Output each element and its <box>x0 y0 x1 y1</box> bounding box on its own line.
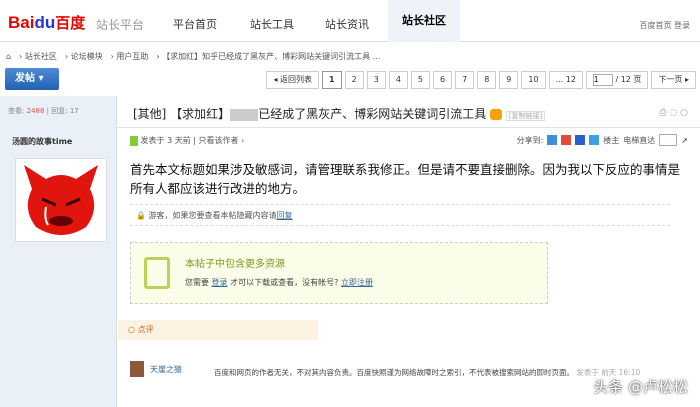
resource-text: 您需要 登录 才可以下载或查看，没有帐号? 立即注册 <box>185 277 373 288</box>
share-baidu-icon[interactable] <box>575 135 586 145</box>
avatar[interactable] <box>15 158 107 242</box>
page-3[interactable]: 3 <box>366 71 386 89</box>
page-1[interactable]: 1 <box>322 71 342 89</box>
hidden-content-notice: 🔒 游客，如果您要查看本帖隐藏内容请回复 <box>130 204 670 226</box>
views-count: 2488 <box>26 107 45 115</box>
page-2[interactable]: 2 <box>344 71 364 89</box>
breadcrumb: ⌂ › 站长社区 › 论坛模块 › 用户互助 › 【求加红】知乎已经成了黑灰产、博彩网站… <box>6 52 381 61</box>
post-time: 发表于 3 天前 <box>140 136 191 145</box>
resource-box: 本帖子中包含更多资源 您需要 登录 才可以下载或查看，没有帐号? 立即注册 <box>130 242 548 304</box>
prev-icon[interactable]: ◌ <box>669 108 677 118</box>
nav-tools[interactable]: 站长工具 <box>250 16 294 32</box>
floor-input[interactable] <box>659 134 678 146</box>
page-8[interactable]: 8 <box>477 71 497 89</box>
share-bar: 分享到: 楼主 电梯直达 ➚ <box>517 134 688 146</box>
page-total: / 12 页 <box>615 75 642 84</box>
copy-link[interactable]: [复制链接] <box>505 111 546 121</box>
next-page-button[interactable]: 下一页 ▸ <box>651 71 696 89</box>
page-7[interactable]: 7 <box>455 71 475 89</box>
go-icon[interactable]: ➚ <box>681 136 688 145</box>
locked-file-icon <box>144 257 170 289</box>
blurred-word <box>230 108 259 121</box>
nav-news[interactable]: 站长资讯 <box>325 16 369 32</box>
crumb-thread[interactable]: 【求加红】知乎已经成了黑灰产、博彩网站关键词引流工具 ... <box>162 52 380 61</box>
watermark: 头条 @卢松松 <box>593 378 688 396</box>
views-label: 查看: <box>8 107 25 115</box>
review-label: 点评 <box>137 325 154 334</box>
page-5[interactable]: 5 <box>410 71 430 89</box>
nav-home[interactable]: 平台首页 <box>173 16 217 32</box>
share-label: 分享到: <box>516 135 544 145</box>
replies-label: 回复: <box>51 107 68 115</box>
res-text-2: 才可以下载或查看，没有帐号? <box>230 278 339 287</box>
home-icon[interactable]: ⌂ <box>6 52 11 61</box>
elevator-label: 电梯直达 <box>623 135 656 145</box>
register-link[interactable]: 立即注册 <box>341 278 373 287</box>
floor-label: 楼主 <box>603 135 620 145</box>
baidu-logo[interactable]: Baidu百度 <box>8 12 85 33</box>
only-author-link[interactable]: 只看该作者 › <box>199 136 245 145</box>
login-link[interactable]: 登录 <box>674 21 690 30</box>
logo-text: Bai <box>8 13 35 32</box>
comment-body: 百度和网页的作者无关，不对其内容负责。百度快照谨为网络故障时之索引，不代表被搜索… <box>214 368 574 377</box>
hot-badge-icon <box>490 109 503 120</box>
crumb-forums[interactable]: 论坛模块 <box>71 52 103 61</box>
reply-link[interactable]: 回复 <box>277 211 293 220</box>
nav-community[interactable]: 站长社区 <box>388 0 460 42</box>
title-prefix: [其他] 【求加红】 <box>133 107 231 121</box>
login-link-res[interactable]: 登录 <box>212 278 228 287</box>
lock-icon: 🔒 <box>136 211 146 220</box>
replies-count: 17 <box>69 107 79 115</box>
page-6[interactable]: 6 <box>433 71 453 89</box>
crumb-community[interactable]: 站长社区 <box>25 52 57 61</box>
share-qzone-icon[interactable] <box>547 135 558 145</box>
review-header: ○ 点评 <box>118 320 318 340</box>
commenter-name[interactable]: 天崖之猿 <box>150 364 182 375</box>
thread-tools: ⎙ ◌ ○ <box>659 108 688 118</box>
page-jump: / 12 页 <box>585 71 649 89</box>
baidu-home-link[interactable]: 百度首页 <box>639 21 671 30</box>
post-content: 首先本文标题如果涉及敏感词，请管理联系我修正。但是请不要直接删除。因为我以下反应… <box>130 162 681 196</box>
share-weibo-icon[interactable] <box>561 135 572 145</box>
page-12[interactable]: ... 12 <box>548 71 583 89</box>
new-post-button[interactable]: 发帖 ▾ <box>5 68 59 90</box>
resource-title: 本帖子中包含更多资源 <box>185 259 285 270</box>
commenter-avatar[interactable] <box>130 361 144 377</box>
thread-stats: 查看: 2488 | 回复: 17 <box>8 107 79 115</box>
next-icon[interactable]: ○ <box>680 108 688 118</box>
logo-paw: du <box>34 13 56 32</box>
print-icon[interactable]: ⎙ <box>659 108 666 118</box>
top-header: Baidu百度 站长平台 平台首页 站长工具 站长资讯 站长社区 百度首页 登录 <box>0 0 700 42</box>
author-name[interactable]: 汤圆的故事time <box>12 136 72 147</box>
platform-name: 站长平台 <box>96 18 145 32</box>
crumb-help[interactable]: 用户互助 <box>116 52 148 61</box>
page-9[interactable]: 9 <box>499 71 519 89</box>
res-text-1: 您需要 <box>185 278 209 287</box>
page-input[interactable] <box>592 73 613 86</box>
share-qq-icon[interactable] <box>589 135 600 145</box>
logo-cn: 百度 <box>55 15 86 32</box>
thread-title: [其他] 【求加红】 已经成了黑灰产、博彩网站关键词引流工具 [复制链接] <box>133 105 546 122</box>
page-4[interactable]: 4 <box>388 71 408 89</box>
page-10[interactable]: 10 <box>521 71 546 89</box>
pagination: ◂ 返回列表 1 2 3 4 5 6 7 8 9 10 ... 12 / 12 … <box>266 71 696 89</box>
notice-text: 游客，如果您要查看本帖隐藏内容请 <box>148 211 277 220</box>
online-icon <box>130 135 138 146</box>
post-meta: 发表于 3 天前 | 只看该作者 › <box>130 135 244 146</box>
back-to-list-button[interactable]: ◂ 返回列表 <box>266 71 320 89</box>
title-rest: 已经成了黑灰产、博彩网站关键词引流工具 <box>258 107 487 121</box>
